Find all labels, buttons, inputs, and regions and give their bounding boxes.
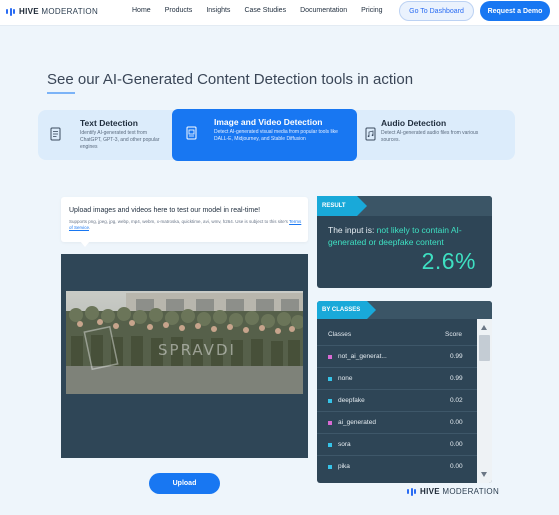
result-panel: RESULT The input is: not likely to conta… [317,196,492,288]
tab-description: Detect AI-generated visual media from po… [214,129,338,142]
tab-audio-detection[interactable]: Audio Detection Detect AI-generated audi… [357,110,515,160]
document-icon [50,127,61,141]
uploaded-image: SPRAVDI [66,291,303,394]
hive-logo-icon [407,487,416,496]
classes-header-strip [367,301,492,319]
table-row: deepfake 0.02 [317,389,477,411]
tab-description: Detect AI-generated audio files from var… [381,130,479,143]
column-header-score: Score [445,331,462,338]
logo-text: HIVE MODERATION [19,7,99,16]
section-heading: See our AI-Generated Content Detection t… [47,71,414,88]
request-demo-button[interactable]: Request a Demo [480,1,550,21]
class-name: ai_generated [338,419,376,426]
class-color-swatch [328,399,332,403]
table-row: pika 0.00 [317,455,477,477]
class-color-swatch [328,355,332,359]
hive-logo[interactable]: HIVE MODERATION [6,7,98,16]
class-name: none [338,375,353,382]
table-row: not_ai_generat... 0.99 [317,345,477,367]
upload-prompt-title: Upload images and videos here to test ou… [69,207,261,214]
upload-button[interactable]: Upload [149,473,220,494]
top-nav: HIVE MODERATION Home Products Insights C… [0,0,559,26]
go-to-dashboard-button[interactable]: Go To Dashboard [399,1,474,21]
result-tab: RESULT [317,196,367,216]
media-icon [186,126,197,140]
class-score: 0.99 [450,375,463,382]
class-color-swatch [328,465,332,469]
class-name: not_ai_generat... [338,353,387,360]
class-color-swatch [328,421,332,425]
tab-description: Identify AI-generated text from ChatGPT,… [80,130,160,150]
nav-links: Home Products Insights Case Studies Docu… [132,7,383,14]
nav-link-documentation[interactable]: Documentation [300,7,347,14]
classes-panel: BY CLASSES Classes Score not_ai_generat.… [317,301,492,483]
class-name: sora [338,441,351,448]
classes-scrollbar[interactable] [477,319,492,483]
tab-image-video-detection[interactable]: Image and Video Detection Detect AI-gene… [172,109,357,161]
class-score: 0.00 [450,419,463,426]
tab-title: Text Detection [80,118,138,128]
class-score: 0.99 [450,353,463,360]
class-color-swatch [328,377,332,381]
result-verdict: The input is: not likely to contain AI-g… [328,225,462,247]
logo-text: HIVE MODERATION [420,487,500,496]
nav-link-products[interactable]: Products [165,7,193,14]
class-score: 0.00 [450,463,463,470]
supported-formats: Supports png, jpeg, jpg, webp, mp4, webm… [69,219,302,230]
class-name: pika [338,463,350,470]
heading-underline [47,92,75,94]
detection-tabs: Text Detection Identify AI-generated tex… [38,109,515,161]
nav-link-pricing[interactable]: Pricing [361,7,382,14]
nav-link-insights[interactable]: Insights [206,7,230,14]
result-percentage: 2.6% [421,248,476,274]
scroll-down-arrow-icon[interactable] [481,472,487,477]
by-classes-tab: BY CLASSES [317,301,376,319]
watermark: SPRAVDI [158,341,236,359]
footer-hive-logo: HIVE MODERATION [407,487,499,496]
media-preview-panel[interactable]: SPRAVDI [61,254,308,458]
result-header-strip [357,196,492,216]
scrollbar-thumb[interactable] [479,335,490,361]
column-header-classes: Classes [328,331,352,338]
table-row: none 0.99 [317,367,477,389]
table-row: ai_generated 0.00 [317,411,477,433]
tab-title: Audio Detection [381,118,447,128]
class-name: deepfake [338,397,365,404]
nav-link-case-studies[interactable]: Case Studies [244,7,286,14]
nav-link-home[interactable]: Home [132,7,151,14]
class-score: 0.02 [450,397,463,404]
class-score: 0.00 [450,441,463,448]
table-row: sora 0.00 [317,433,477,455]
tab-title: Image and Video Detection [214,117,323,127]
audio-file-icon [365,127,376,141]
tab-text-detection[interactable]: Text Detection Identify AI-generated tex… [38,110,172,160]
scroll-up-arrow-icon[interactable] [481,325,487,330]
prompt-pointer [80,241,90,247]
hive-logo-icon [6,7,15,16]
class-color-swatch [328,443,332,447]
soldiers-photo: SPRAVDI [66,291,303,394]
upload-prompt: Upload images and videos here to test ou… [61,197,308,242]
